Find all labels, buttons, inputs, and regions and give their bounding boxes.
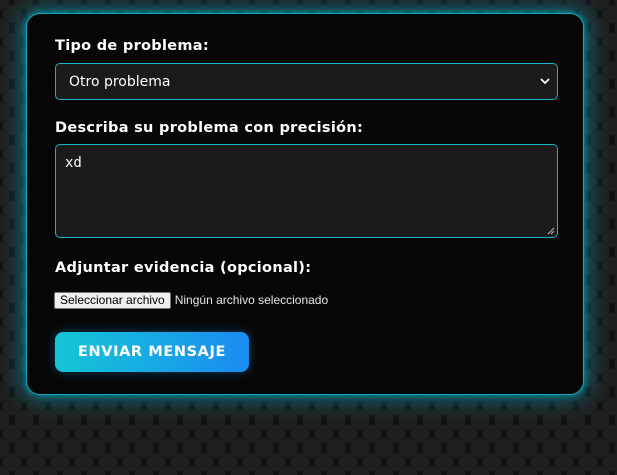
chevron-down-icon (540, 78, 550, 85)
send-message-button[interactable]: ENVIAR MENSAJE (55, 332, 249, 372)
description-text: xd (65, 155, 82, 171)
problem-type-label: Tipo de problema: (55, 38, 209, 54)
contact-form-panel: Tipo de problema: Otro problema Describa… (26, 13, 584, 395)
attach-evidence-label: Adjuntar evidencia (opcional): (55, 260, 312, 276)
problem-type-select[interactable]: Otro problema (55, 63, 558, 100)
file-input[interactable]: Seleccionar archivo Ningún archivo selec… (54, 290, 328, 310)
description-textarea[interactable]: xd (55, 144, 558, 238)
choose-file-button[interactable]: Seleccionar archivo (54, 291, 171, 309)
file-status-text: Ningún archivo seleccionado (174, 293, 329, 307)
resize-grip-icon[interactable] (547, 227, 555, 235)
problem-type-selected-value: Otro problema (69, 73, 171, 90)
description-label: Describa su problema con precisión: (55, 120, 364, 136)
